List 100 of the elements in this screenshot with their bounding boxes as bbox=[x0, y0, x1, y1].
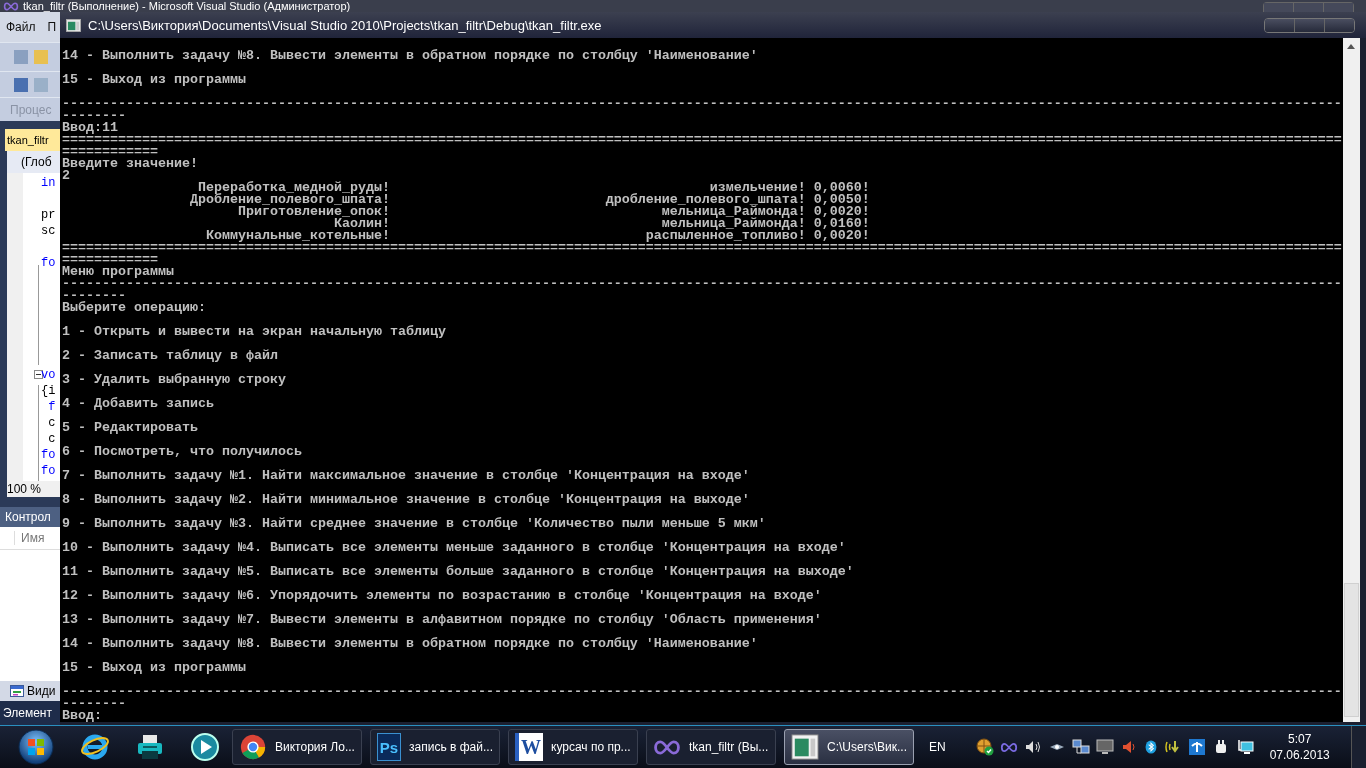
code-text: fo bbox=[41, 255, 56, 271]
console-line: 14 - Выполнить задачу №8. Вывести элементы в обратном порядке по столбцу 'Наименование' bbox=[62, 50, 758, 62]
console-line: ---------------------------------------------------------------------------------------------------------------------------------------------------------------- bbox=[62, 278, 1342, 290]
window-title: C:\Users\Виктория\Documents\Visual Studio 2010\Projects\tkan_filtr\Debug\tkan_filtr.exe bbox=[88, 17, 602, 33]
clock-date[interactable]: 07.06.2013 bbox=[1269, 747, 1330, 763]
table-cell: дробление_полевого_шпата! bbox=[605, 194, 806, 206]
infinity-icon bbox=[653, 739, 681, 755]
table-cell: 0,0020! bbox=[813, 206, 870, 218]
menu-item[interactable]: П bbox=[47, 20, 57, 34]
console-line: ============ bbox=[62, 254, 158, 266]
console-line: 4 - Добавить запись bbox=[62, 398, 214, 410]
code-text: f bbox=[47, 399, 56, 415]
play-icon[interactable] bbox=[190, 732, 220, 762]
table-cell: 0,0020! bbox=[813, 230, 870, 242]
collapse-icon[interactable] bbox=[34, 370, 43, 379]
panel-header: Контрол bbox=[0, 507, 60, 527]
console-line: 14 - Выполнить задачу №8. Вывести элементы в обратном порядке по столбцу 'Наименование' bbox=[62, 638, 758, 650]
table-cell: Дробление_полевого_шпата! bbox=[189, 194, 390, 206]
console-line: ============ bbox=[62, 146, 158, 158]
bluetooth-icon[interactable] bbox=[1143, 738, 1158, 756]
window-icon bbox=[10, 685, 24, 697]
display-icon[interactable] bbox=[1235, 738, 1254, 756]
table-cell: Переработка_медной_руды! bbox=[197, 182, 390, 194]
console-line: 13 - Выполнить задачу №7. Вывести элементы в алфавитном порядке по столбцу 'Область применения' bbox=[62, 614, 822, 626]
console-line: 2 - Записать таблицу в файл bbox=[62, 350, 278, 362]
close-button[interactable] bbox=[1324, 18, 1354, 32]
console-line: 12 - Выполнить задачу №6. Упорядочить элементы по возрастанию в столбце 'Концентрация на входе' bbox=[62, 590, 822, 602]
code-text: in bbox=[41, 175, 56, 191]
code-text: fo bbox=[41, 463, 56, 479]
taskbar-button[interactable]: W курсач по пр... bbox=[508, 729, 638, 765]
window-title: tkan_filtr (Выполнение) - Microsoft Visual Studio (Администратор) bbox=[23, 0, 351, 12]
scope-dropdown[interactable]: (Глоб bbox=[7, 151, 60, 173]
console-line: ================================================================================================================================================================ bbox=[62, 242, 1342, 254]
console-line: Выберите операцию: bbox=[62, 302, 206, 314]
code-text: fo bbox=[41, 447, 56, 463]
console-line: Ввод:11 bbox=[62, 122, 118, 134]
console-line: 10 - Выполнить задачу №4. Выписать все элементы меньше заданного в столбце 'Концентрация на входе' bbox=[62, 542, 846, 554]
network-icon[interactable] bbox=[1071, 738, 1090, 756]
monitor-icon[interactable] bbox=[1095, 738, 1114, 756]
table-cell: измельчение! bbox=[709, 182, 806, 194]
minimize-button[interactable] bbox=[1265, 18, 1294, 32]
code-text: pr bbox=[41, 207, 56, 223]
code-text: {i bbox=[41, 383, 56, 399]
status-text: Элемент bbox=[3, 706, 52, 720]
infinity-icon[interactable] bbox=[999, 741, 1018, 753]
console-line: -------- bbox=[62, 698, 126, 710]
console-line: 11 - Выполнить задачу №5. Выписать все элементы больше заданного в столбце 'Концентрация на выходе' bbox=[62, 566, 854, 578]
console-line: 15 - Выход из программы bbox=[62, 662, 246, 674]
table-cell: мельница_Раймонда! bbox=[661, 206, 806, 218]
browser-icon[interactable] bbox=[80, 732, 110, 762]
table-cell: 0,0050! bbox=[813, 194, 870, 206]
taskbar-button[interactable]: C:\Users\Вик... bbox=[784, 729, 914, 765]
code-text: c bbox=[47, 415, 56, 431]
console-line: 3 - Удалить выбранную строку bbox=[62, 374, 286, 386]
language-indicator[interactable]: EN bbox=[929, 740, 946, 754]
console-line: 9 - Выполнить задачу №3. Найти среднее значение в столбце 'Количество пыли меньше 5 мкм' bbox=[62, 518, 766, 530]
network-icon[interactable] bbox=[1187, 738, 1206, 756]
console-line: Введите значение! bbox=[62, 158, 198, 170]
taskbar-button[interactable]: Виктория Ло... bbox=[232, 729, 362, 765]
table-cell: Приготовление_опок! bbox=[237, 206, 390, 218]
scroll-thumb[interactable] bbox=[1344, 583, 1359, 717]
console-line: ================================================================================================================================================================ bbox=[62, 134, 1342, 146]
code-text: c bbox=[47, 431, 56, 447]
console-line: 15 - Выход из программы bbox=[62, 74, 246, 86]
toolbar-icon[interactable] bbox=[14, 77, 28, 92]
console-line: ---------------------------------------------------------------------------------------------------------------------------------------------------------------- bbox=[62, 98, 1342, 110]
document-icon: W bbox=[515, 733, 543, 761]
window-icon bbox=[791, 734, 819, 760]
console-line: Ввод: bbox=[62, 710, 102, 722]
console-line: Меню программы bbox=[62, 266, 174, 278]
table-cell: мельница_Раймонда! bbox=[661, 218, 806, 230]
scroll-up-icon[interactable] bbox=[1347, 44, 1355, 49]
menu-item[interactable]: Файл bbox=[6, 20, 36, 34]
infinity-icon bbox=[3, 1, 19, 11]
maximize-button[interactable] bbox=[1294, 18, 1324, 32]
console-line: 5 - Редактировать bbox=[62, 422, 198, 434]
app-icon: Ps bbox=[377, 733, 402, 761]
console-line: ---------------------------------------------------------------------------------------------------------------------------------------------------------------- bbox=[62, 686, 1342, 698]
printer-icon[interactable] bbox=[135, 732, 165, 762]
taskbar-button[interactable]: tkan_filtr (Вы... bbox=[646, 729, 776, 765]
table-cell: Коммунальные_котельные! bbox=[205, 230, 390, 242]
code-text: vo bbox=[41, 367, 56, 383]
console-line: -------- bbox=[62, 290, 126, 302]
console-line: 2 bbox=[62, 170, 70, 182]
scrollbar[interactable] bbox=[1343, 38, 1360, 722]
table-cell: Каолин! bbox=[333, 218, 390, 230]
console-line: -------- bbox=[62, 110, 126, 122]
console-line: 1 - Открыть и вывести на экран начальную таблицу bbox=[62, 326, 446, 338]
toolbar-label: Процес bbox=[10, 102, 52, 117]
clock-time[interactable]: 5:07 bbox=[1288, 731, 1312, 747]
table-cell: 0,0060! bbox=[813, 182, 870, 194]
table-cell: распыленное_топливо! bbox=[645, 230, 806, 242]
console-line: 6 - Посмотреть, что получилось bbox=[62, 446, 302, 458]
table-cell: 0,0160! bbox=[813, 218, 870, 230]
code-text: sc bbox=[41, 223, 56, 239]
globe-icon[interactable] bbox=[975, 738, 994, 756]
taskbar-button[interactable]: Ps запись в фай... bbox=[370, 729, 500, 765]
start-button[interactable] bbox=[17, 728, 55, 766]
document-tab[interactable]: tkan_filtr bbox=[5, 129, 60, 151]
console-line: 8 - Выполнить задачу №2. Найти минимальное значение в столбце 'Концентрация на выходе' bbox=[62, 494, 750, 506]
